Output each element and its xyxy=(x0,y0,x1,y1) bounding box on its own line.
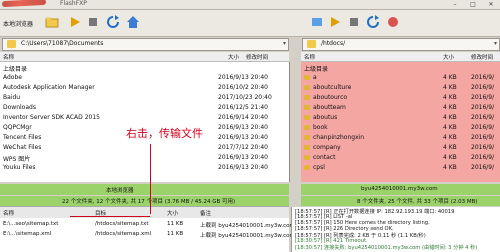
list-item[interactable]: Downloads 2016/12/5 21:40 xyxy=(0,103,289,112)
list-item[interactable]: Autodesk Application Manager 2016/10/2 20… xyxy=(0,83,289,92)
queue-col-size[interactable]: 大小 xyxy=(167,209,178,217)
list-item[interactable]: contact 4 KB 2016/9/ xyxy=(301,153,500,162)
list-item[interactable]: aboutus 4 KB 2016/9/ xyxy=(301,113,500,122)
parent-dir-row[interactable]: 上级目录 xyxy=(301,63,500,73)
local-status-text: 22 个文件夹, 12 个文件夹, 共 17 个项目 (3.76 MB / 45… xyxy=(62,199,236,205)
list-item[interactable]: company 4 KB 2016/9/ xyxy=(301,143,500,152)
folder-icon xyxy=(304,105,310,110)
list-item[interactable]: WPS 图片 2016/9/13 20:40 xyxy=(0,153,289,163)
annotation-arrow xyxy=(70,216,150,217)
stop-remote-icon[interactable] xyxy=(345,13,363,31)
list-item[interactable]: aboutculture 4 KB 2016/9/ xyxy=(301,83,500,92)
home-icon[interactable] xyxy=(124,13,142,31)
refresh-icon[interactable] xyxy=(104,13,122,31)
maximize-icon[interactable]: □ xyxy=(464,0,482,9)
folder-icon xyxy=(304,135,310,140)
chevron-down-icon[interactable]: ▾ xyxy=(494,40,497,47)
remote-status-text: 8 个文件夹, 25 个文件, 共 33 个项目 (2.03 MB) xyxy=(357,199,478,205)
list-item[interactable]: Baidu 2017/10/23 20:40 xyxy=(0,93,289,102)
folder-icon xyxy=(304,145,310,150)
folder-icon xyxy=(304,155,310,160)
play-icon[interactable] xyxy=(66,13,84,31)
stop-icon[interactable] xyxy=(84,13,102,31)
queue-row[interactable]: E:\...\sitemap.xml /htdocs/sitemap.xml 1… xyxy=(0,229,295,239)
refresh-remote-icon[interactable] xyxy=(364,13,382,31)
remote-path: /htdocs/ xyxy=(321,40,346,47)
local-file-list: 上级目录 Adobe 2016/9/13 20:40 Autodesk Appli… xyxy=(0,62,290,182)
col-date[interactable]: 修改时间 xyxy=(471,53,493,61)
queue-col-name[interactable]: 名称 xyxy=(3,209,14,217)
disconnect-icon[interactable] xyxy=(384,13,402,31)
toolbar: 本地浏览器 xyxy=(0,10,500,37)
queue-row[interactable]: E:\...seo\sitemap.txt /htdocs/sitemap.tx… xyxy=(0,219,295,229)
folder-icon xyxy=(304,125,310,130)
remote-column-header: 名称 大小 修改时间 xyxy=(301,52,500,62)
list-item[interactable]: Youku Files 2016/9/13 20:40 xyxy=(0,163,289,172)
local-status-bar-2: 本地浏览器 xyxy=(0,184,289,195)
list-item[interactable]: aboutteam 4 KB 2016/9/ xyxy=(301,103,500,112)
list-item[interactable]: Adobe 2016/9/13 20:40 xyxy=(0,73,289,82)
annotation-arrow xyxy=(150,144,151,214)
list-item[interactable]: cpsl 4 KB 2016/9/ xyxy=(301,163,500,172)
parent-dir-row[interactable]: 上级目录 xyxy=(0,63,289,73)
minimize-icon[interactable]: – xyxy=(446,0,464,9)
list-item[interactable]: aboutourco 4 KB 2016/9/ xyxy=(301,93,500,102)
folder-icon xyxy=(307,40,316,48)
queue-col-remark[interactable]: 备注 xyxy=(200,209,211,217)
folder-icon xyxy=(304,85,310,90)
connect-icon[interactable] xyxy=(308,13,326,31)
connection-log: [18:57:57] [R] 正在打开数据连接 IP: 182.92.193.1… xyxy=(291,207,500,252)
remote-file-list: 上级目录 a4 KB 2016/9/ aboutculture 4 KB 2016/9… xyxy=(301,62,500,182)
folder-icon[interactable] xyxy=(43,13,61,31)
local-path-bar[interactable]: C:\Users\71087\Documents ▾ xyxy=(2,38,289,51)
log-line: [18:30:57] 连接失败: byu4254010001.my3w.com … xyxy=(295,245,478,251)
remote-path-bar[interactable]: /htdocs/ ▾ xyxy=(302,38,500,51)
col-size[interactable]: 大小 xyxy=(228,53,239,61)
folder-icon xyxy=(304,165,310,170)
list-item[interactable]: Inventor Server SDK ACAD 2015 2016/9/14 2… xyxy=(0,113,289,122)
window-title: FlashFXP xyxy=(60,0,87,7)
transfer-queue: E:\...seo\sitemap.txt /htdocs/sitemap.tx… xyxy=(0,218,295,252)
close-icon[interactable]: ✕ xyxy=(482,0,500,9)
remote-status-text-2: byu4254010001.my3w.com xyxy=(361,186,438,192)
folder-icon xyxy=(7,40,16,48)
local-path: C:\Users\71087\Documents xyxy=(21,40,104,47)
play-remote-icon[interactable] xyxy=(326,13,344,31)
list-item[interactable]: chanpinzhongxin 4 KB 2016/9/ xyxy=(301,133,500,142)
folder-icon xyxy=(304,115,310,120)
list-item[interactable]: book 4 KB 2016/9/ xyxy=(301,123,500,132)
col-name[interactable]: 名称 xyxy=(3,53,14,61)
list-item[interactable]: a4 KB 2016/9/ xyxy=(301,73,500,82)
title-bar: FlashFXP – □ ✕ xyxy=(0,0,500,10)
folder-icon xyxy=(304,75,310,80)
list-item[interactable]: WeChat Files 2017/7/12 20:40 xyxy=(0,143,289,152)
col-name[interactable]: 名称 xyxy=(304,53,315,61)
remote-status-bar-2: byu4254010001.my3w.com xyxy=(301,184,500,195)
folder-icon xyxy=(304,95,310,100)
col-date[interactable]: 修改时间 xyxy=(246,53,268,61)
local-column-header: 名称 大小 修改时间 xyxy=(0,52,289,62)
col-size[interactable]: 大小 xyxy=(443,53,454,61)
local-browser-label: 本地浏览器 xyxy=(3,21,34,28)
local-status-text-2: 本地浏览器 xyxy=(106,188,134,194)
chevron-down-icon[interactable]: ▾ xyxy=(283,40,286,47)
annotation-text: 右击，传输文件 xyxy=(126,127,203,140)
redacted-mark xyxy=(1,0,47,8)
remote-status-bar: 8 个文件夹, 25 个文件, 共 33 个项目 (2.03 MB) xyxy=(301,196,500,206)
local-status-bar: 22 个文件夹, 12 个文件夹, 共 17 个项目 (3.76 MB / 45… xyxy=(0,196,289,206)
